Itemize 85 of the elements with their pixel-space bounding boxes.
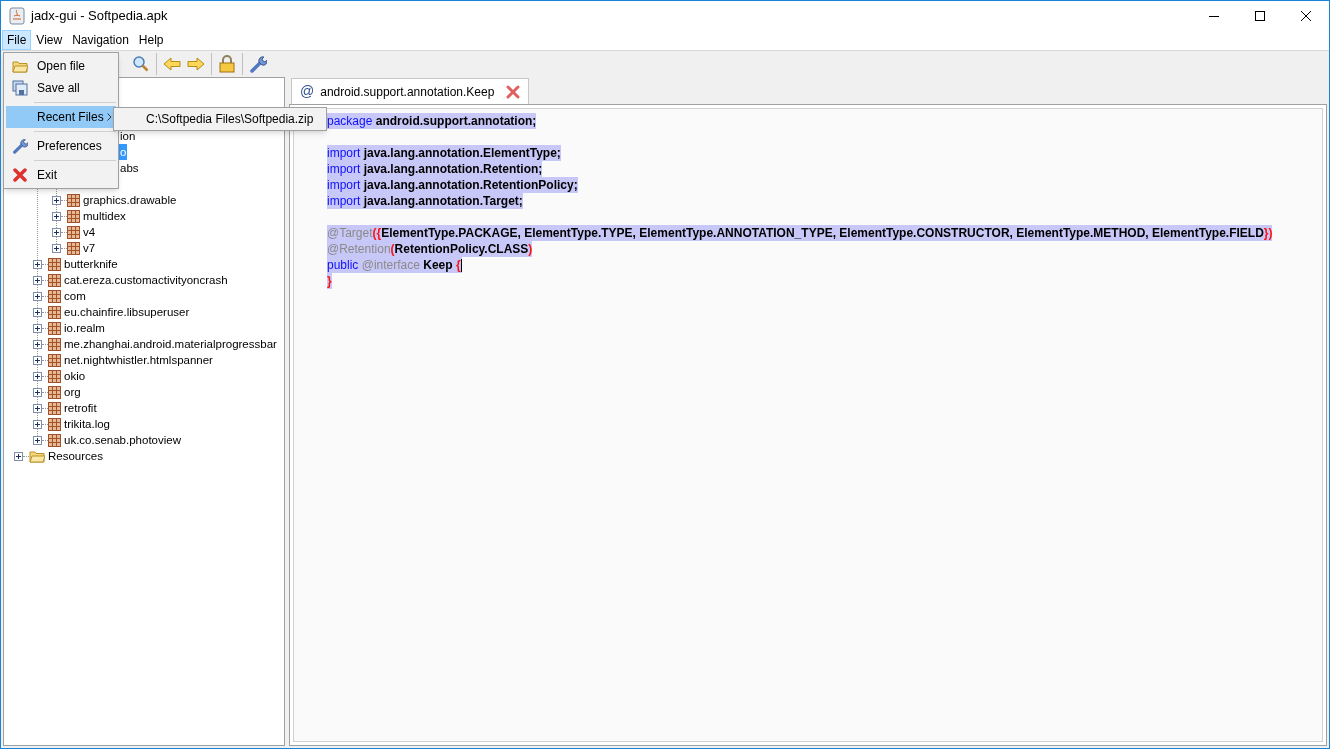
package-icon <box>67 241 80 255</box>
expand-icon[interactable] <box>33 291 42 301</box>
expand-icon[interactable] <box>52 211 61 221</box>
tree-item[interactable]: v4 <box>81 224 98 240</box>
tree-item[interactable]: abs <box>119 160 140 176</box>
package-icon <box>48 289 61 303</box>
expand-icon[interactable] <box>33 355 42 365</box>
expand-icon[interactable] <box>33 419 42 429</box>
expand-icon[interactable] <box>33 323 42 333</box>
menu-item[interactable]: File <box>2 30 32 50</box>
tree-item[interactable]: net.nightwhistler.htmlspanner <box>62 352 215 368</box>
tree-item[interactable]: Resources <box>46 448 105 464</box>
expand-icon[interactable] <box>52 195 61 205</box>
close-tab-icon[interactable] <box>506 84 521 99</box>
expand-icon[interactable] <box>33 387 42 397</box>
package-icon <box>48 257 61 271</box>
package-icon <box>48 433 61 447</box>
wrench-icon <box>12 138 28 154</box>
menu-item[interactable]: Exit <box>6 164 116 186</box>
package-icon <box>48 417 61 431</box>
tree-item[interactable]: v7 <box>81 240 98 256</box>
tree-item[interactable]: com <box>62 288 88 304</box>
window-title: jadx-gui - Softpedia.apk <box>31 6 168 25</box>
expand-icon[interactable] <box>14 451 23 461</box>
package-icon <box>48 321 61 335</box>
lock-icon[interactable] <box>218 55 236 73</box>
expand-icon[interactable] <box>33 275 42 285</box>
package-icon <box>48 401 61 415</box>
annotation-icon: @ <box>300 81 315 102</box>
expand-icon[interactable] <box>33 435 42 445</box>
menu-item[interactable]: View <box>31 30 68 50</box>
package-icon <box>48 369 61 383</box>
resources-folder-icon <box>29 449 45 463</box>
package-icon <box>48 353 61 367</box>
menu-item[interactable]: Save all <box>6 77 116 99</box>
tree-item[interactable]: trikita.log <box>62 416 113 432</box>
tree-item[interactable]: eu.chainfire.libsuperuser <box>62 304 192 320</box>
package-icon <box>48 273 61 287</box>
menu-item[interactable]: Navigation <box>67 30 134 50</box>
menu-item-label: Recent Files <box>37 109 104 126</box>
expand-icon[interactable] <box>33 339 42 349</box>
expand-icon[interactable] <box>52 243 61 253</box>
editor-tab[interactable]: @ android.support.annotation.Keep <box>291 78 530 104</box>
save-icon <box>12 80 28 96</box>
tree-item[interactable]: org <box>62 384 83 400</box>
expand-icon[interactable] <box>52 227 61 237</box>
menu-item-label: Save all <box>37 80 80 97</box>
back-arrow-icon[interactable] <box>163 56 181 72</box>
menu-item-label: Preferences <box>37 138 102 155</box>
menu-item[interactable]: Open file <box>6 55 116 77</box>
tree-item[interactable]: cat.ereza.customactivityoncrash <box>62 272 230 288</box>
tab-title: android.support.annotation.Keep <box>320 83 495 101</box>
recent-file-item[interactable]: C:\Softpedia Files\Softpedia.zip <box>114 110 326 128</box>
menu-item[interactable]: Help <box>133 30 169 50</box>
package-icon <box>67 209 80 223</box>
app-icon <box>9 6 25 25</box>
package-icon <box>48 305 61 319</box>
settings-icon[interactable] <box>249 55 267 73</box>
menu-item[interactable]: Recent Files <box>6 106 116 128</box>
menu-item[interactable]: Preferences <box>6 135 116 157</box>
package-icon <box>48 337 61 351</box>
forward-arrow-icon[interactable] <box>187 56 205 72</box>
package-icon <box>48 385 61 399</box>
expand-icon[interactable] <box>33 371 42 381</box>
tree-item[interactable]: me.zhanghai.android.materialprogressbar <box>62 336 279 352</box>
tree-item[interactable]: butterknife <box>62 256 120 272</box>
close-icon <box>13 168 27 182</box>
tree-item[interactable]: multidex <box>81 208 128 224</box>
folder-icon <box>12 59 28 73</box>
tree-item[interactable]: uk.co.senab.photoview <box>62 432 183 448</box>
tree-item[interactable]: ion <box>119 128 137 144</box>
expand-icon[interactable] <box>33 403 42 413</box>
menu-item-label: Open file <box>37 58 86 75</box>
expand-icon[interactable] <box>33 307 42 317</box>
menu-item-label: Exit <box>37 167 57 184</box>
tree-item[interactable]: okio <box>62 368 88 384</box>
close-icon <box>1301 10 1311 21</box>
tree-item[interactable]: io.realm <box>62 320 107 336</box>
tree-item[interactable]: retrofit <box>62 400 99 416</box>
search-icon[interactable] <box>132 55 150 73</box>
expand-icon[interactable] <box>33 259 42 269</box>
package-icon <box>67 225 80 239</box>
package-icon <box>67 193 80 207</box>
tree-item[interactable]: graphics.drawable <box>81 192 179 208</box>
maximize-icon <box>1255 10 1265 21</box>
